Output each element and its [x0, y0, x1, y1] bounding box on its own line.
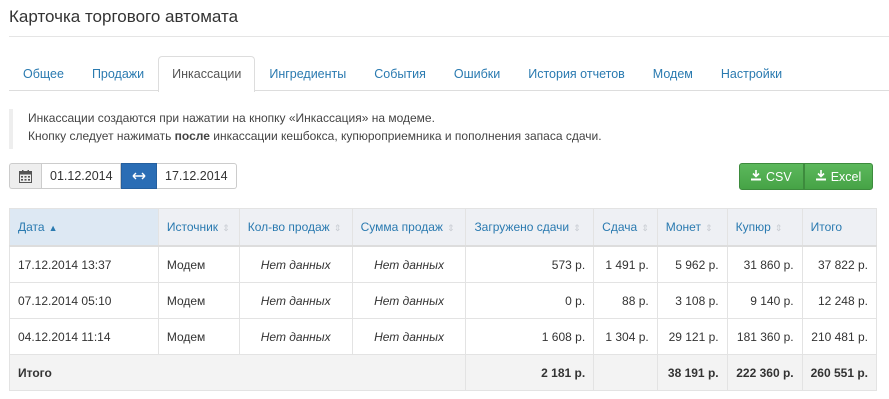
cell-sales-count: Нет данных [238, 245, 353, 283]
note-line-1: Инкассации создаются при нажатии на кноп… [28, 111, 435, 125]
cell-date: 07.12.2014 05:10 [9, 282, 159, 319]
export-excel-button[interactable]: Excel [803, 163, 874, 190]
cell-sales-sum: Нет данных [351, 318, 467, 355]
column-header-bills[interactable]: Купюр ⇕ [726, 208, 803, 247]
cell-source: Модем [157, 282, 240, 319]
cell-bills: 181 360 р. [726, 318, 803, 355]
total-loaded-change: 2 181 р. [465, 354, 595, 391]
cell-sales-sum: Нет данных [351, 245, 467, 283]
column-header-change[interactable]: Сдача ⇕ [593, 208, 658, 247]
cell-total: 12 248 р. [801, 282, 878, 319]
sort-icon: ⇕ [774, 223, 783, 233]
tab-collections[interactable]: Инкассации [158, 56, 256, 92]
total-sum: 260 551 р. [801, 354, 878, 391]
cell-loaded-change: 0 р. [465, 282, 595, 319]
date-range-picker: 01.12.2014 17.12.2014 [9, 163, 237, 189]
cell-coins: 3 108 р. [656, 282, 728, 319]
cell-change: 1 304 р. [593, 318, 658, 355]
info-note: Инкассации создаются при нажатии на кноп… [9, 109, 869, 149]
cell-change: 88 р. [593, 282, 658, 319]
sort-icon: ⇕ [704, 223, 713, 233]
cell-sales-sum: Нет данных [351, 282, 467, 319]
cell-loaded-change: 573 р. [465, 245, 595, 283]
export-csv-label: CSV [766, 169, 792, 184]
note-text: Кнопку следует нажимать [28, 129, 175, 143]
date-from-input[interactable]: 01.12.2014 [41, 163, 121, 189]
page-title: Карточка торгового автомата [9, 7, 239, 26]
tab-settings[interactable]: Настройки [707, 56, 796, 91]
cell-date: 04.12.2014 11:14 [9, 318, 159, 355]
sort-icon: ⇕ [222, 223, 230, 233]
total-coins: 38 191 р. [656, 354, 728, 391]
column-label: Монет [665, 220, 701, 234]
cell-change: 1 491 р. [593, 245, 658, 283]
column-header-date[interactable]: Дата ▲ [9, 208, 159, 247]
tab-report-history[interactable]: История отчетов [514, 56, 639, 91]
column-label: Итого [810, 220, 843, 234]
cell-coins: 29 121 р. [656, 318, 728, 355]
export-csv-button[interactable]: CSV [739, 163, 804, 190]
title-divider [9, 36, 889, 37]
table-total-row: Итого 2 181 р. 38 191 р. 222 360 р. 260 … [8, 354, 878, 391]
table-header-row: Дата ▲ Источник ⇕ Кол-во продаж ⇕ Сумма про… [9, 208, 878, 247]
cell-date: 17.12.2014 13:37 [9, 245, 159, 283]
cell-source: Модем [157, 245, 240, 283]
tab-modem[interactable]: Модем [639, 56, 707, 91]
calendar-icon[interactable] [9, 163, 41, 189]
cell-loaded-change: 1 608 р. [465, 318, 595, 355]
collections-table: Дата ▲ Источник ⇕ Кол-во продаж ⇕ Сумма про… [8, 208, 878, 391]
column-header-loaded-change[interactable]: Загружено сдачи ⇕ [465, 208, 595, 247]
tab-sales[interactable]: Продажи [78, 56, 158, 91]
sort-asc-icon: ▲ [48, 223, 58, 233]
column-header-source[interactable]: Источник ⇕ [157, 208, 240, 247]
column-header-sales-sum[interactable]: Сумма продаж ⇕ [351, 208, 467, 247]
download-icon [815, 169, 826, 184]
cell-coins: 5 962 р. [656, 245, 728, 283]
total-change [593, 354, 658, 391]
sort-icon: ⇕ [641, 223, 649, 233]
column-header-sales-count[interactable]: Кол-во продаж ⇕ [238, 208, 353, 247]
date-to-input[interactable]: 17.12.2014 [157, 163, 237, 189]
table-row: 07.12.2014 05:10 Модем Нет данных Нет да… [9, 282, 878, 319]
column-header-coins[interactable]: Монет ⇕ [656, 208, 728, 247]
column-label: Купюр [735, 220, 771, 234]
tab-ingredients[interactable]: Ингредиенты [255, 56, 360, 91]
table-row: 04.12.2014 11:14 Модем Нет данных Нет да… [9, 318, 878, 355]
column-label: Дата [18, 220, 45, 234]
tab-errors[interactable]: Ошибки [440, 56, 514, 91]
tab-bar: Общее Продажи Инкассации Ингредиенты Соб… [9, 56, 889, 92]
cell-sales-count: Нет данных [238, 318, 353, 355]
cell-bills: 31 860 р. [726, 245, 803, 283]
note-line-2: Кнопку следует нажимать после инкассации… [28, 127, 869, 145]
cell-total: 210 481 р. [801, 318, 878, 355]
sort-icon: ⇕ [446, 223, 455, 233]
column-header-total[interactable]: Итого [801, 208, 878, 247]
total-bills: 222 360 р. [726, 354, 803, 391]
tab-events[interactable]: События [360, 56, 440, 91]
total-label: Итого [8, 354, 467, 391]
column-label: Загружено сдачи [474, 220, 570, 234]
sort-icon: ⇕ [333, 223, 342, 233]
cell-bills: 9 140 р. [726, 282, 803, 319]
column-label: Источник [166, 220, 219, 234]
note-text: инкассации кешбокса, купюроприемника и п… [209, 129, 602, 143]
sort-icon: ⇕ [573, 223, 581, 233]
export-buttons: CSV Excel [739, 163, 874, 190]
export-excel-label: Excel [830, 169, 862, 184]
note-emphasis: после [174, 129, 210, 143]
cell-total: 37 822 р. [801, 245, 878, 283]
column-label: Сумма продаж [360, 220, 443, 234]
cell-sales-count: Нет данных [238, 282, 353, 319]
column-label: Кол-во продаж [247, 220, 330, 234]
download-icon [751, 169, 761, 184]
table-row: 17.12.2014 13:37 Модем Нет данных Нет да… [9, 245, 878, 283]
tab-general[interactable]: Общее [9, 56, 78, 91]
arrows-horizontal-icon [121, 163, 157, 189]
cell-source: Модем [157, 318, 240, 355]
column-label: Сдача [602, 220, 638, 234]
